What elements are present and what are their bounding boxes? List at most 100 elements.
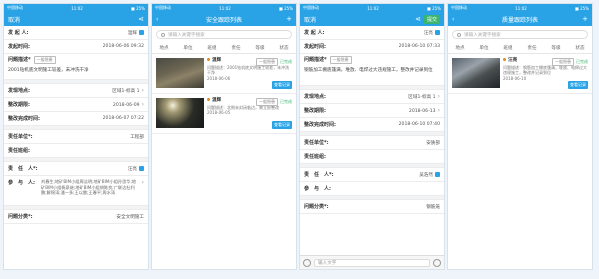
share-icon[interactable]: ⋖ [138, 15, 144, 23]
phone-icon[interactable] [435, 171, 440, 177]
quality-list-screen: 中国移动 11:02 ■ 25% ‹ 质量跟踪列表 + 请输入关键字搜索 地点 … [447, 3, 593, 270]
initiated-time-value: 2018-06-10 07:33 [398, 44, 440, 49]
filter-team[interactable]: 班组 [200, 45, 224, 51]
plus-icon[interactable]: + [582, 15, 588, 23]
filter-responsibility[interactable]: 责任 [224, 45, 248, 51]
finish-time-value: 2018-06-10 07:40 [398, 122, 440, 127]
emoji-icon[interactable] [433, 258, 441, 267]
responsible-team-label: 责任班组: [8, 148, 30, 154]
filter-level[interactable]: 等级 [248, 45, 272, 51]
search-placeholder: 请输入关键字搜索 [464, 32, 501, 38]
responsible-unit-row[interactable]: 责任单位*: 工程部 [4, 130, 148, 144]
filter-unit[interactable]: 单位 [472, 45, 496, 51]
search-input[interactable]: 请输入关键字搜索 [452, 30, 588, 39]
initiated-time-row: 发起时间: 2018-06-06 09:32 [4, 40, 148, 54]
issue-detail-screen-2: 中国移动 11:02 ■ 25% 取消 ⋖ 提交 发 起 人: 汪亮 发起时间:… [299, 3, 445, 270]
carrier-label: 中国移动 [303, 5, 319, 10]
card-description: 问题描述：2001钻机底文明施工较差，未冲洗干净 [207, 64, 290, 76]
cancel-button[interactable]: 取消 [304, 15, 316, 24]
share-icon[interactable]: ⋖ [415, 15, 421, 23]
issue-type-row[interactable]: 问题分类*: 安全文明施工 [4, 210, 148, 224]
search-input[interactable]: 请输入关键字搜索 [156, 30, 292, 39]
phone-icon[interactable] [435, 29, 440, 35]
description-text[interactable]: 钢筋加工棚底篷满，堆放、电焊过大违规施工，整改并记录到位 [300, 66, 444, 86]
filter-location[interactable]: 地点 [152, 45, 176, 51]
plus-icon[interactable]: + [286, 15, 292, 23]
location-row[interactable]: 发现地点: 区域1-标高 1 › [4, 84, 148, 98]
issue-photo[interactable] [156, 58, 204, 88]
responsible-person-label: 责 任 人*: [8, 166, 38, 172]
chevron-right-icon: › [437, 107, 440, 114]
finish-time-label: 整改完成时间: [304, 122, 337, 128]
participants-value: 刘春生;地矿BIM小组周洁明;地矿BIM小组孙思华;地矿BIM小组杨泉继;地矿B… [41, 179, 137, 196]
clock-label: 11:02 [219, 5, 231, 11]
filter-level[interactable]: 等级 [544, 45, 568, 51]
voice-icon[interactable] [303, 258, 311, 267]
responsible-team-row[interactable]: 责任班组: [4, 144, 148, 158]
phone-icon[interactable] [139, 29, 144, 35]
participants-row[interactable]: 参 与 人: 刘春生;地矿BIM小组周洁明;地矿BIM小组孙思华;地矿BIM小组… [4, 176, 148, 206]
list-item[interactable]: 温辉 问题描述：北侧未封闭临边，需立即整改 2018-06-05 一般隐患 已完… [152, 94, 296, 134]
responsible-unit-row[interactable]: 责任单位*: 安质部 [300, 136, 444, 150]
view-record-button[interactable]: 查看记录 [272, 121, 292, 129]
severity-tag[interactable]: 一般隐患 [329, 56, 352, 64]
issue-photo[interactable] [156, 98, 204, 128]
filter-team[interactable]: 班组 [496, 45, 520, 51]
deadline-label: 整改期限: [8, 102, 30, 108]
back-icon[interactable]: ‹ [452, 16, 454, 23]
carrier-label: 中国移动 [451, 5, 467, 10]
severity-tag: 一般隐患 [256, 98, 278, 106]
filter-responsibility[interactable]: 责任 [520, 45, 544, 51]
participants-label: 参 与 人: [304, 186, 332, 192]
deadline-value: 2018-06-13 [408, 109, 436, 114]
view-record-button[interactable]: 查看记录 [568, 81, 588, 89]
status-badge: 已完成 [576, 59, 588, 64]
deadline-label: 整改期限: [304, 108, 326, 114]
description-header: 问题描述* 一般隐患 [300, 54, 444, 66]
location-row[interactable]: 发现地点: 区域1-标高 1 › [300, 90, 444, 104]
responsible-person-row[interactable]: 责 任 人*: 吴浩然 [300, 168, 444, 182]
deadline-row[interactable]: 整改期限: 2018-06-09 › [4, 98, 148, 112]
nav-bar: 取消 ⋖ [4, 12, 148, 26]
chevron-right-icon: › [437, 93, 440, 100]
status-badge: 已完成 [280, 99, 292, 104]
finish-time-row[interactable]: 整改完成时间: 2018-06-07 07:22 [4, 112, 148, 126]
deadline-row[interactable]: 整改期限: 2018-06-13 › [300, 104, 444, 118]
status-bar: 中国移动 11:02 ■ 25% [152, 4, 296, 12]
carrier-label: 中国移动 [7, 5, 23, 10]
responsible-unit-value: 安质部 [426, 140, 440, 146]
page-title: 质量跟踪列表 [501, 16, 538, 24]
participants-row[interactable]: 参 与 人: [300, 182, 444, 196]
card-date: 2018-06-05 [207, 110, 231, 116]
list-item[interactable]: 汪亮 问题描述：钢筋加工棚底篷满，堆放、电焊过大违规施工，整改并记录到位 201… [448, 54, 592, 94]
finish-time-row[interactable]: 整改完成时间: 2018-06-10 07:40 [300, 118, 444, 132]
filter-location[interactable]: 地点 [448, 45, 472, 51]
view-record-button[interactable]: 查看记录 [272, 81, 292, 89]
initiator-value: 汪亮 [423, 30, 433, 36]
location-value: 区域1-标高 1 [408, 95, 436, 100]
participants-label: 参 与 人: [8, 180, 36, 186]
responsible-team-row[interactable]: 责任班组: [300, 150, 444, 164]
responsible-unit-label: 责任单位*: [8, 134, 33, 140]
deadline-value: 2018-06-09 [112, 103, 140, 108]
filter-unit[interactable]: 单位 [176, 45, 200, 51]
responsible-unit-value: 工程部 [130, 134, 144, 140]
submit-button[interactable]: 提交 [423, 14, 440, 24]
cancel-button[interactable]: 取消 [8, 15, 20, 24]
issue-photo[interactable] [452, 58, 500, 88]
description-text[interactable]: 2001钻机底文明施工较差，未冲洗干净 [4, 66, 148, 80]
finish-time-value: 2018-06-07 07:22 [102, 116, 144, 121]
initiator-label: 发 起 人: [8, 30, 29, 36]
comment-input[interactable]: 输入文字 [314, 258, 430, 267]
issue-type-row[interactable]: 问题分类*: 钢筋笼 [300, 200, 444, 214]
back-icon[interactable]: ‹ [156, 16, 158, 23]
issue-detail-screen-1: 中国移动 11:02 ■ 25% 取消 ⋖ 发 起 人: 温辉 发起时间: 20… [3, 3, 149, 270]
list-item[interactable]: 温辉 问题描述：2001钻机底文明施工较差，未冲洗干净 2018-06-06 一… [152, 54, 296, 94]
description-label: 问题描述* [8, 57, 31, 63]
filter-status[interactable]: 状态 [568, 45, 592, 51]
responsible-person-row[interactable]: 责 任 人*: 汪亮 [4, 162, 148, 176]
filter-status[interactable]: 状态 [272, 45, 296, 51]
battery-label: ■ 25% [131, 5, 145, 11]
severity-tag[interactable]: 一般隐患 [33, 56, 56, 64]
phone-icon[interactable] [139, 165, 144, 171]
